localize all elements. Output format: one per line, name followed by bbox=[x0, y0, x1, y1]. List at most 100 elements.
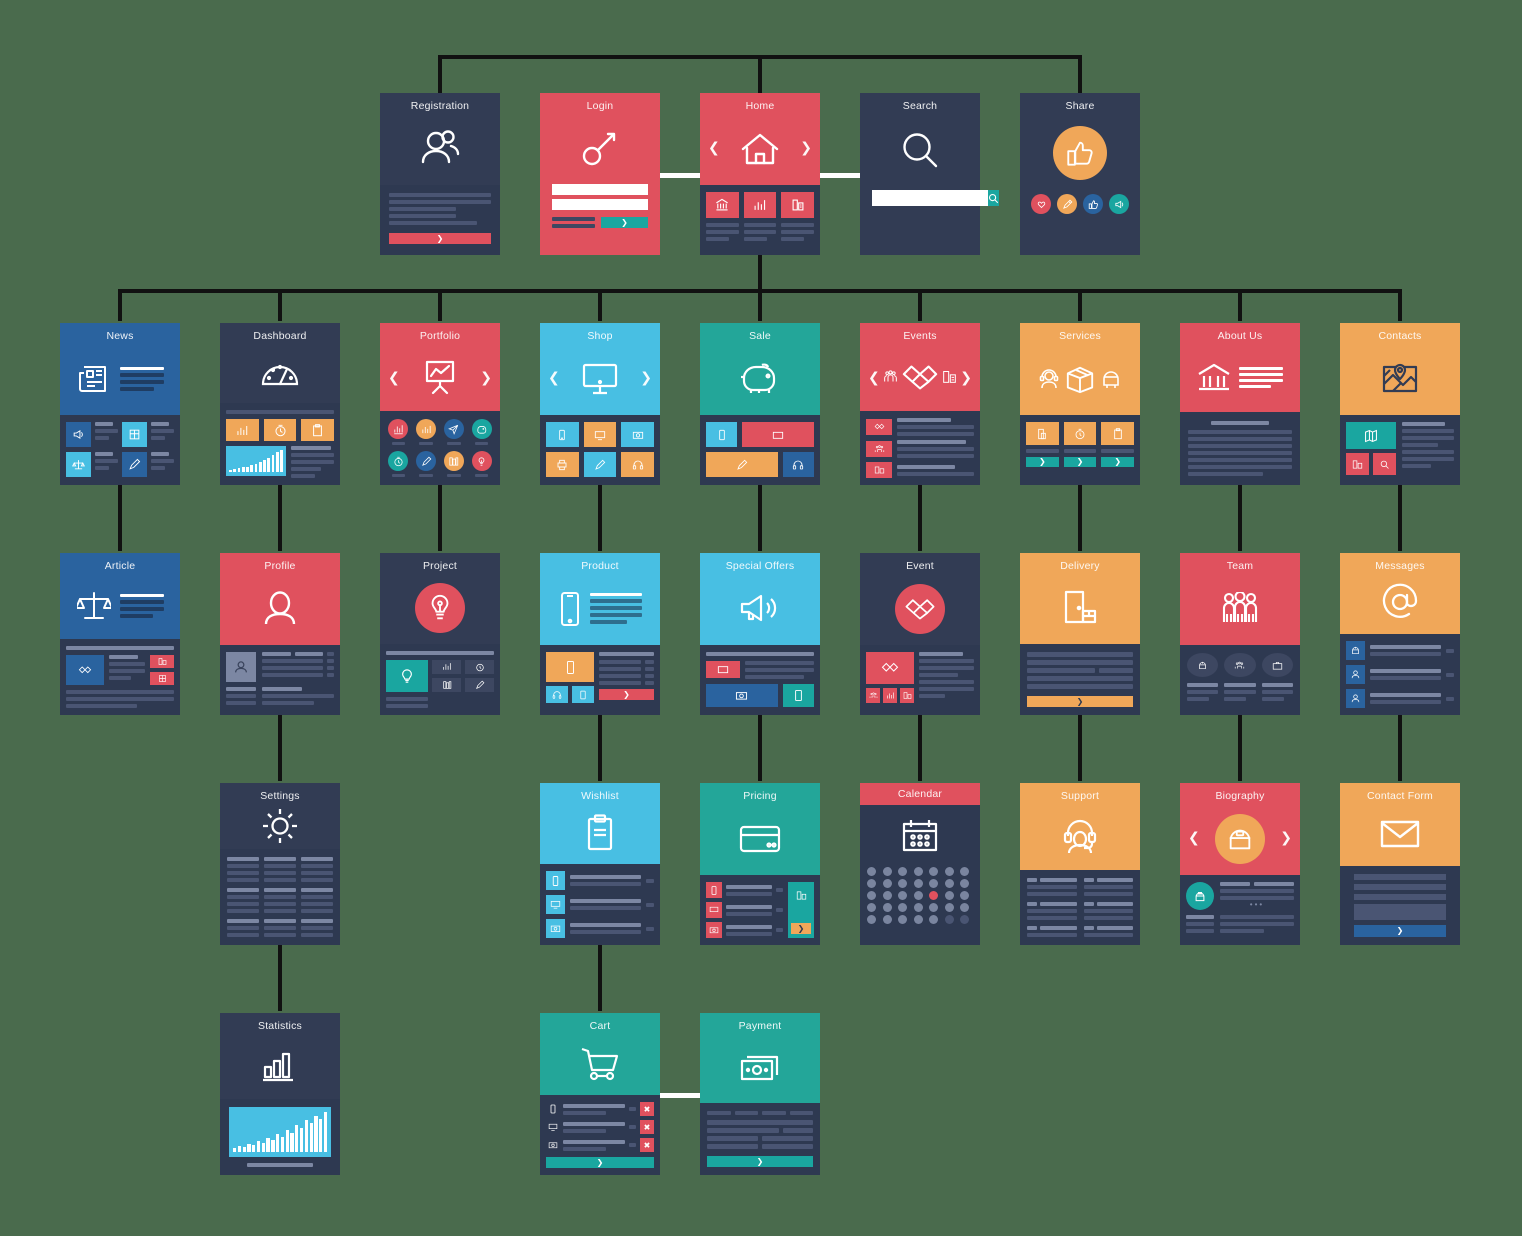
clock-icon[interactable] bbox=[388, 451, 409, 471]
calendar-day[interactable] bbox=[960, 891, 970, 900]
calendar-day-grid[interactable] bbox=[867, 867, 973, 924]
card-product[interactable]: Product ❯ bbox=[540, 553, 660, 715]
building-icon[interactable] bbox=[150, 655, 174, 668]
people-icon[interactable] bbox=[866, 441, 892, 457]
contact-email-field[interactable] bbox=[1354, 884, 1446, 890]
card-pricing[interactable]: Pricing ❯ bbox=[700, 783, 820, 945]
service-more-button[interactable]: ❯ bbox=[1026, 457, 1059, 467]
contact-send-button[interactable]: ❯ bbox=[1354, 925, 1446, 937]
payment-confirm-button[interactable]: ❯ bbox=[707, 1156, 813, 1167]
pen-icon[interactable] bbox=[465, 678, 494, 692]
printer-icon[interactable] bbox=[546, 452, 579, 477]
camera-icon[interactable] bbox=[706, 684, 778, 707]
thumbs-up-icon[interactable] bbox=[1083, 194, 1103, 214]
card-team[interactable]: Team bbox=[1180, 553, 1300, 715]
card-share[interactable]: Share bbox=[1020, 93, 1140, 255]
phone-icon[interactable] bbox=[706, 882, 722, 898]
calendar-day[interactable] bbox=[944, 867, 954, 876]
chevron-right-icon[interactable]: ❯ bbox=[800, 141, 812, 155]
card-cart[interactable]: Cart ✖ ✖ ✖ ❯ bbox=[540, 1013, 660, 1175]
calendar-day[interactable] bbox=[867, 879, 876, 888]
card-wishlist[interactable]: Wishlist bbox=[540, 783, 660, 945]
card-login[interactable]: Login ❯ bbox=[540, 93, 660, 255]
card-special-offers[interactable]: Special Offers bbox=[700, 553, 820, 715]
grid-icon[interactable] bbox=[150, 672, 174, 685]
handshake-icon[interactable] bbox=[66, 655, 104, 685]
card-home[interactable]: Home ❮ ❯ bbox=[700, 93, 820, 255]
calendar-day[interactable] bbox=[898, 915, 908, 924]
monitor-icon[interactable] bbox=[583, 422, 617, 447]
headphones-icon[interactable] bbox=[782, 452, 814, 477]
paper-plane-icon[interactable] bbox=[443, 419, 464, 439]
camera-icon[interactable] bbox=[621, 422, 655, 447]
phone-icon[interactable] bbox=[782, 684, 814, 707]
card-sale[interactable]: Sale bbox=[700, 323, 820, 485]
card-news[interactable]: News bbox=[60, 323, 180, 485]
card-project[interactable]: Project bbox=[380, 553, 500, 715]
lightbulb-icon[interactable] bbox=[471, 451, 492, 471]
calendar-day[interactable] bbox=[929, 903, 939, 912]
contact-subject-field[interactable] bbox=[1354, 894, 1446, 900]
pricing-highlight-panel[interactable]: ❯ bbox=[788, 882, 814, 938]
card-profile[interactable]: Profile bbox=[220, 553, 340, 715]
card-event[interactable]: Event bbox=[860, 553, 980, 715]
clock-icon[interactable] bbox=[1063, 422, 1097, 445]
calendar-day[interactable] bbox=[944, 903, 954, 912]
worker-avatar-icon[interactable] bbox=[1186, 882, 1214, 910]
card-calendar[interactable]: Calendar bbox=[860, 783, 980, 945]
calendar-day[interactable] bbox=[960, 879, 970, 888]
building-icon[interactable] bbox=[900, 688, 914, 703]
device-icon[interactable] bbox=[572, 686, 594, 703]
bar-chart-icon[interactable] bbox=[743, 192, 777, 218]
headphones-icon[interactable] bbox=[546, 686, 568, 703]
calendar-day[interactable] bbox=[913, 891, 923, 900]
phone-icon[interactable] bbox=[546, 422, 579, 447]
calendar-day[interactable] bbox=[944, 915, 954, 924]
card-events[interactable]: Events ❮ ❯ bbox=[860, 323, 980, 485]
card-biography[interactable]: Biography ❮ ❯ ••• bbox=[1180, 783, 1300, 945]
calendar-day[interactable] bbox=[898, 867, 908, 876]
pen-icon[interactable] bbox=[583, 452, 617, 477]
calendar-day[interactable] bbox=[944, 891, 954, 900]
calendar-day[interactable] bbox=[929, 879, 939, 888]
card-messages[interactable]: Messages bbox=[1340, 553, 1460, 715]
pen-icon[interactable] bbox=[122, 452, 147, 477]
monitor-icon[interactable] bbox=[546, 895, 565, 914]
calendar-day[interactable] bbox=[960, 867, 970, 876]
calendar-day[interactable] bbox=[882, 867, 892, 876]
people-icon[interactable] bbox=[1224, 653, 1256, 677]
product-buy-button[interactable]: ❯ bbox=[599, 689, 654, 700]
login-password-field[interactable] bbox=[552, 199, 648, 210]
bar-chart-icon[interactable] bbox=[883, 688, 897, 703]
scales-icon[interactable] bbox=[66, 452, 91, 477]
registration-submit-button[interactable]: ❯ bbox=[389, 233, 491, 244]
phone-icon[interactable] bbox=[546, 871, 565, 890]
card-support[interactable]: Support bbox=[1020, 783, 1140, 945]
calendar-day[interactable] bbox=[898, 891, 908, 900]
calendar-day[interactable] bbox=[913, 915, 923, 924]
megaphone-icon[interactable] bbox=[1109, 194, 1129, 214]
monitor-icon[interactable] bbox=[742, 422, 814, 447]
card-services[interactable]: Services ❯ ❯ ❯ bbox=[1020, 323, 1140, 485]
megaphone-icon[interactable] bbox=[66, 422, 91, 447]
calendar-day[interactable] bbox=[882, 903, 892, 912]
calendar-day[interactable] bbox=[913, 867, 923, 876]
calendar-day[interactable] bbox=[913, 879, 923, 888]
bar-chart-icon[interactable] bbox=[416, 419, 437, 439]
search-input[interactable] bbox=[872, 190, 988, 206]
login-username-field[interactable] bbox=[552, 184, 648, 195]
building-icon[interactable] bbox=[781, 192, 815, 218]
user-avatar-icon[interactable] bbox=[1346, 689, 1365, 708]
card-search[interactable]: Search bbox=[860, 93, 999, 255]
search-button[interactable] bbox=[988, 190, 999, 206]
calendar-day[interactable] bbox=[898, 879, 908, 888]
lightbulb-icon[interactable] bbox=[386, 660, 428, 692]
chevron-left-icon[interactable]: ❮ bbox=[388, 371, 400, 385]
piggy-bank-icon[interactable] bbox=[471, 419, 492, 439]
chevron-right-icon[interactable]: ❯ bbox=[1280, 831, 1292, 845]
magnifier-icon[interactable] bbox=[1373, 453, 1396, 475]
calendar-day[interactable] bbox=[929, 867, 939, 876]
building-icon[interactable] bbox=[866, 462, 892, 478]
camera-icon[interactable] bbox=[546, 919, 565, 938]
chevron-left-icon[interactable]: ❮ bbox=[548, 371, 560, 385]
